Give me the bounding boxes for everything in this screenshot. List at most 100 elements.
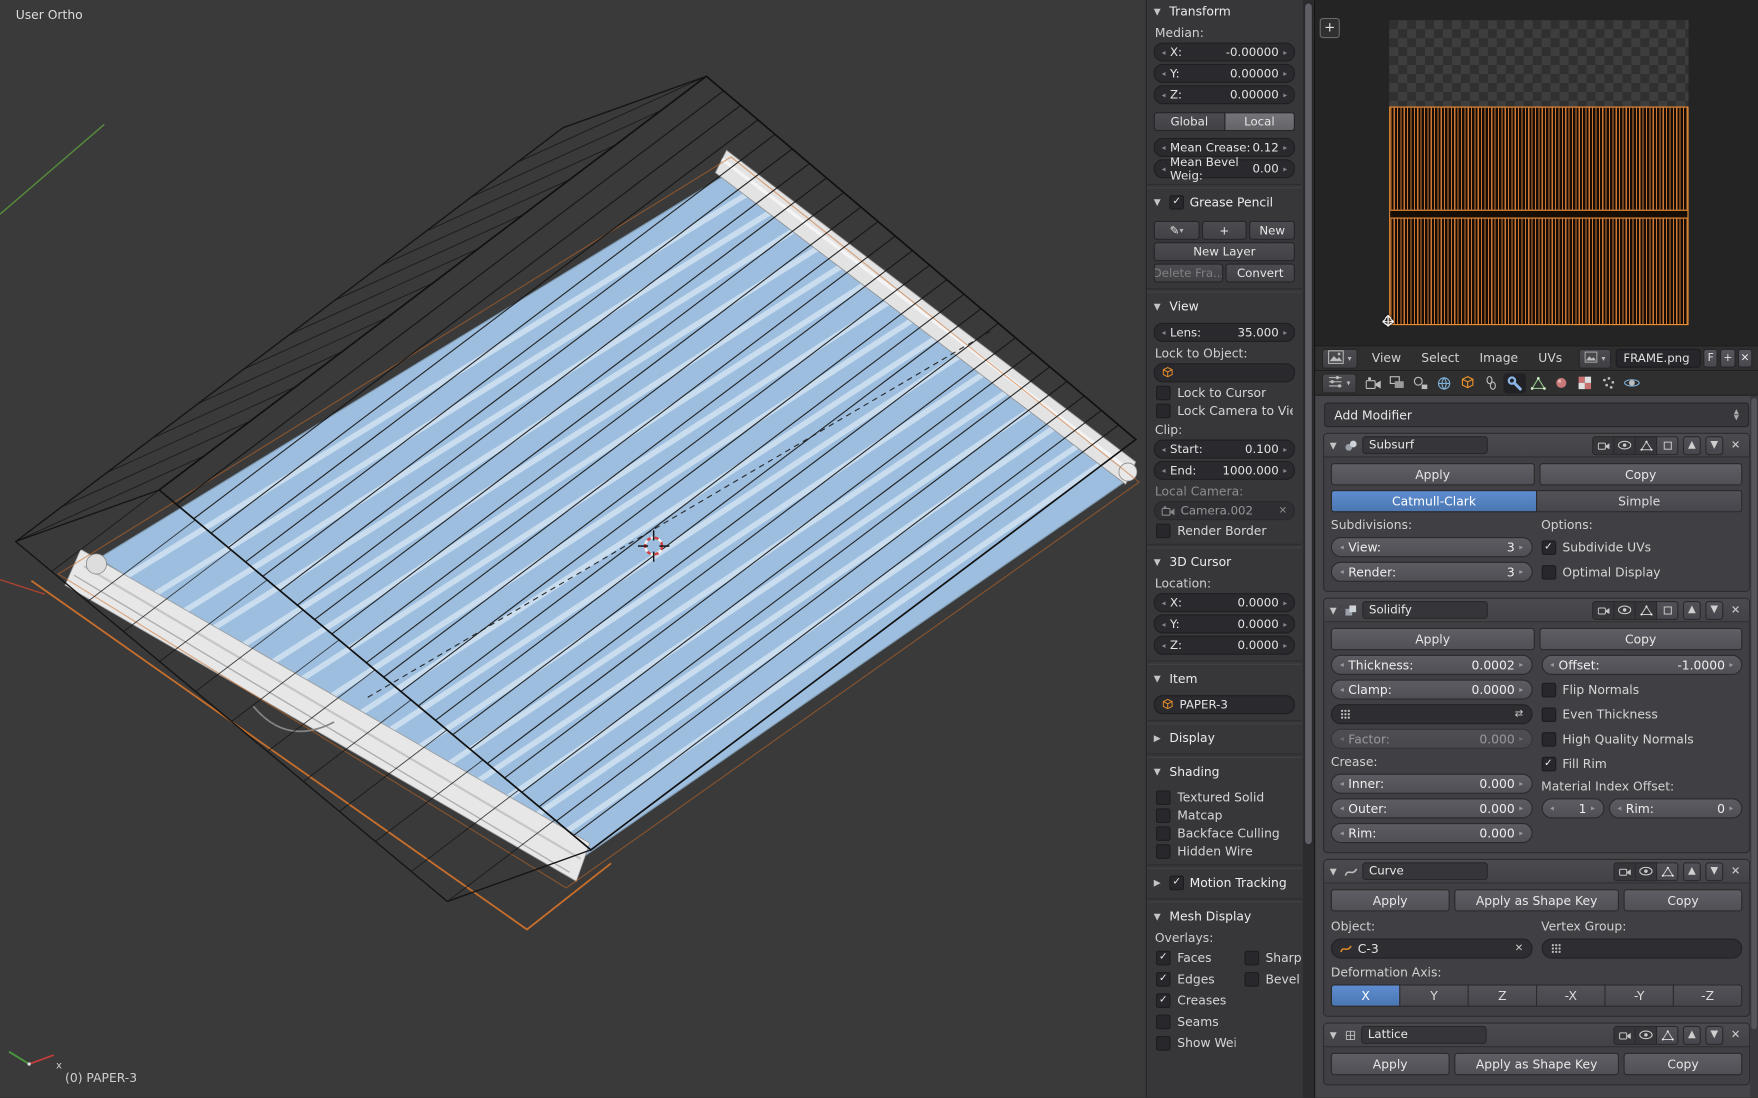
expand-icon[interactable]: ▼	[1330, 605, 1340, 615]
unlink-icon[interactable]: ✕	[1279, 505, 1287, 516]
modifier-header[interactable]: ▼ Solidify ▲ ▼ ✕	[1324, 598, 1750, 623]
cursor-x-field[interactable]: X: 0.0000	[1153, 593, 1295, 613]
clamp-field[interactable]: Clamp: 0.0000	[1330, 679, 1533, 700]
view-subdivisions-field[interactable]: View: 3	[1330, 537, 1533, 558]
cursor-y-field[interactable]: Y: 0.0000	[1153, 614, 1295, 634]
panel-header-shading[interactable]: ▼ Shading	[1147, 760, 1302, 781]
copy-button[interactable]: Copy	[1538, 627, 1743, 651]
editor-type-button[interactable]: ▾	[1321, 348, 1358, 369]
move-up-button[interactable]: ▲	[1682, 861, 1701, 881]
optimal-display-checkbox[interactable]: Optimal Display	[1541, 562, 1742, 582]
toggle-editmode-icon[interactable]	[1657, 1025, 1679, 1045]
seams-checkbox[interactable]: Seams	[1155, 1014, 1235, 1030]
toggle-render-icon[interactable]	[1592, 600, 1615, 620]
toggle-render-icon[interactable]	[1592, 435, 1615, 455]
vertex-group-selector[interactable]	[1541, 938, 1743, 959]
toggle-editmode-icon[interactable]	[1635, 600, 1658, 620]
flip-normals-checkbox[interactable]: Flip Normals	[1541, 679, 1742, 699]
checkbox-box[interactable]	[1155, 385, 1171, 401]
menu-image[interactable]: Image	[1469, 351, 1528, 366]
3d-viewport[interactable]: x User Ortho (0) PAPER-3	[0, 0, 1146, 1098]
checkbox-box[interactable]	[1155, 1035, 1171, 1051]
lock-object-selector[interactable]	[1153, 363, 1295, 383]
median-y-field[interactable]: Y: 0.00000	[1153, 63, 1295, 83]
delete-modifier-button[interactable]: ✕	[1728, 1026, 1744, 1043]
panel-header-display[interactable]: ▶ Display	[1147, 727, 1302, 748]
delete-modifier-button[interactable]: ✕	[1728, 602, 1744, 619]
checkbox-box[interactable]	[1155, 1014, 1171, 1030]
toggle-viewport-eye-icon[interactable]	[1614, 435, 1636, 455]
toggle-render-icon[interactable]	[1613, 861, 1636, 881]
toggle-editmode-icon[interactable]	[1635, 435, 1658, 455]
menu-uvs[interactable]: UVs	[1528, 351, 1572, 366]
toggle-cage-icon[interactable]	[1657, 600, 1679, 620]
menu-select[interactable]: Select	[1411, 351, 1469, 366]
render-subdivisions-field[interactable]: Render: 3	[1330, 561, 1533, 582]
vertex-group-selector[interactable]: ⇄	[1330, 704, 1533, 725]
thickness-field[interactable]: Thickness: 0.0002	[1330, 654, 1533, 675]
toggle-viewport-eye-icon[interactable]	[1614, 600, 1636, 620]
local-camera-selector[interactable]: Camera.002 ✕	[1153, 501, 1295, 521]
axis-neg-y-button[interactable]: -Y	[1605, 984, 1674, 1007]
checkbox-box[interactable]	[1155, 808, 1171, 823]
region-add-button[interactable]: +	[1319, 17, 1340, 39]
n-panel-scrollbar[interactable]	[1302, 0, 1315, 1098]
modifier-header[interactable]: ▼ Subsurf ▲ ▼ ✕	[1324, 433, 1750, 458]
matcap-checkbox[interactable]: Matcap	[1155, 808, 1293, 823]
toggle-cage-icon[interactable]	[1657, 435, 1679, 455]
crease-rim-field[interactable]: Rim: 0.000	[1330, 822, 1533, 844]
expand-icon[interactable]: ▼	[1330, 866, 1340, 876]
panel-header-item[interactable]: ▼ Item	[1147, 667, 1302, 688]
bevel-checkbox[interactable]: Bevel	[1244, 972, 1302, 987]
local-button[interactable]: Local	[1224, 112, 1295, 132]
cursor-z-field[interactable]: Z: 0.0000	[1153, 635, 1295, 655]
catmull-clark-button[interactable]: Catmull-Clark	[1330, 489, 1538, 513]
tab-modifiers-icon[interactable]	[1502, 372, 1526, 393]
properties-scrollbar[interactable]	[1750, 395, 1758, 1098]
panel-header-3d-cursor[interactable]: ▼ 3D Cursor	[1147, 551, 1302, 572]
uv-canvas[interactable]: + ↔ ↕	[1315, 0, 1758, 346]
image-browse-button[interactable]: ▾	[1579, 348, 1611, 369]
checkbox-box[interactable]	[1155, 844, 1171, 859]
backface-culling-checkbox[interactable]: Backface Culling	[1155, 826, 1293, 841]
move-down-button[interactable]: ▼	[1705, 600, 1724, 620]
checkbox-box[interactable]: ✓	[1155, 993, 1171, 1008]
textured-solid-checkbox[interactable]: Textured Solid	[1155, 790, 1293, 806]
checkbox-box[interactable]: ✓	[1155, 950, 1171, 966]
tab-texture-icon[interactable]	[1574, 373, 1596, 393]
global-button[interactable]: Global	[1153, 112, 1225, 132]
image-name-field[interactable]: FRAME.png	[1615, 348, 1701, 368]
even-thickness-checkbox[interactable]: Even Thickness	[1541, 704, 1742, 724]
gp-draw-tool-button[interactable]: ✎ ▾	[1153, 220, 1200, 240]
move-down-button[interactable]: ▼	[1705, 435, 1724, 455]
tab-object-data-icon[interactable]	[1527, 373, 1549, 393]
delete-modifier-button[interactable]: ✕	[1728, 437, 1744, 454]
checkbox-box[interactable]	[1155, 523, 1171, 539]
apply-as-shape-key-button[interactable]: Apply as Shape Key	[1454, 889, 1620, 912]
median-z-field[interactable]: Z: 0.00000	[1153, 85, 1295, 105]
delete-modifier-button[interactable]: ✕	[1728, 863, 1744, 880]
toggle-editmode-icon[interactable]	[1657, 861, 1679, 881]
checkbox-box[interactable]: ✓	[1541, 539, 1556, 555]
tab-material-icon[interactable]	[1550, 373, 1572, 393]
invert-vgroup-icon[interactable]: ⇄	[1515, 709, 1523, 720]
rim-material-index-field[interactable]: Rim: 0	[1608, 798, 1743, 819]
crease-inner-field[interactable]: Inner: 0.000	[1330, 773, 1533, 794]
apply-button[interactable]: Apply	[1330, 627, 1535, 651]
copy-button[interactable]: Copy	[1623, 1052, 1743, 1076]
apply-as-shape-key-button[interactable]: Apply as Shape Key	[1454, 1052, 1620, 1076]
fill-rim-checkbox[interactable]: ✓ Fill Rim	[1541, 753, 1742, 773]
move-down-button[interactable]: ▼	[1705, 861, 1724, 881]
subdivide-uvs-checkbox[interactable]: ✓ Subdivide UVs	[1541, 537, 1742, 557]
show-weights-checkbox[interactable]: Show Weights	[1155, 1035, 1235, 1051]
checkbox-box[interactable]	[1244, 972, 1259, 987]
delete-frame-button[interactable]: Delete Fra...	[1153, 263, 1224, 283]
lens-field[interactable]: Lens: 35.000	[1153, 322, 1295, 342]
grease-pencil-checkbox[interactable]: ✓	[1169, 195, 1184, 210]
tab-particles-icon[interactable]	[1597, 373, 1619, 393]
crease-outer-field[interactable]: Outer: 0.000	[1330, 798, 1533, 819]
apply-button[interactable]: Apply	[1330, 889, 1450, 912]
offset-field[interactable]: Offset: -1.0000	[1541, 654, 1743, 675]
axis-x-button[interactable]: X	[1330, 984, 1401, 1007]
checkbox-box[interactable]: ✓	[1155, 972, 1171, 987]
